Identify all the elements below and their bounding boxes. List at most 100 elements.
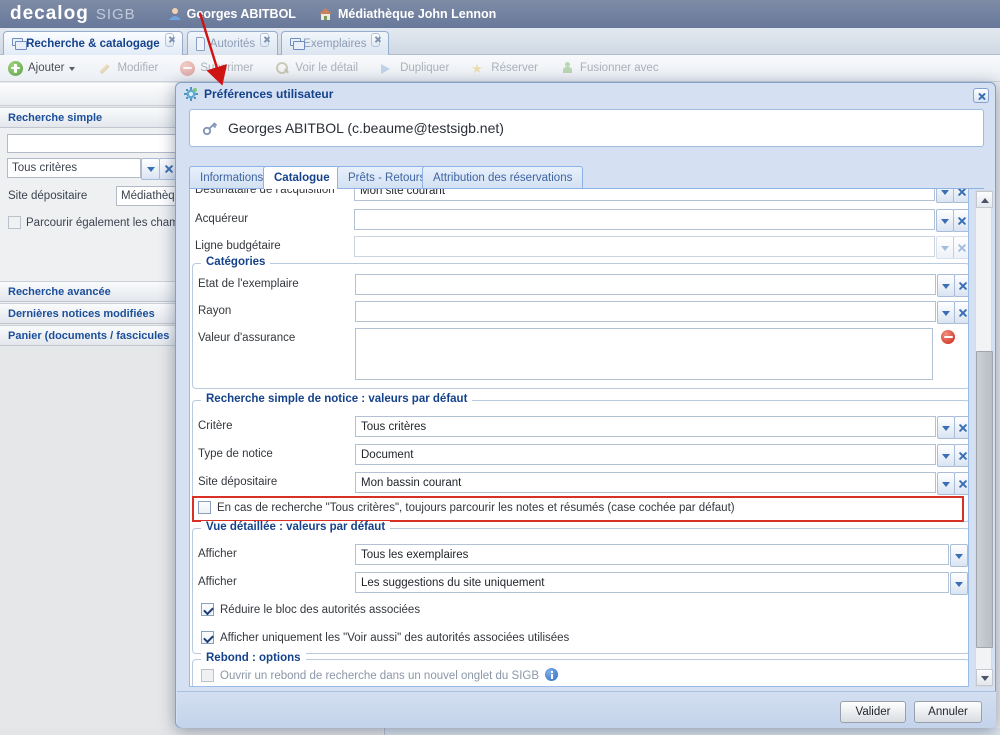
criteria-dropdown-icon[interactable] — [141, 158, 160, 180]
magnifier-icon — [275, 61, 290, 76]
field-value: Tous critères — [361, 421, 426, 433]
edit-button[interactable]: Modifier — [97, 61, 158, 76]
destinataire-clear-icon[interactable] — [953, 189, 969, 203]
etat-clear-icon[interactable] — [954, 274, 969, 297]
field-label: Critère — [198, 420, 233, 432]
field-label: Rayon — [198, 305, 231, 317]
tous-criteres-notes-checkbox[interactable] — [198, 501, 211, 514]
tab-close-icon[interactable] — [165, 33, 174, 47]
valeur-assurance-textarea[interactable] — [355, 328, 933, 380]
form-row-rayon: Rayon — [193, 301, 965, 323]
voir-aussi-checkbox[interactable] — [201, 631, 214, 644]
tab-exemplaires[interactable]: Exemplaires — [281, 31, 389, 55]
rayon-dropdown-icon[interactable] — [937, 301, 955, 324]
fieldset-categories: Catégories Etat de l'exemplaire Rayon Va… — [192, 263, 969, 389]
form-row-afficher-1: Afficher Tous les exemplaires — [193, 544, 965, 566]
fieldset-vue-detaillee: Vue détaillée : valeurs par défaut Affic… — [192, 528, 969, 654]
accordion-recherche-avancee[interactable]: Recherche avancée — [0, 281, 184, 302]
afficher-suggestions-dropdown-icon[interactable] — [950, 572, 968, 595]
acquereur-dropdown-icon[interactable] — [936, 209, 954, 232]
dialog-user-banner: Georges ABITBOL (c.beaume@testsigb.net) — [189, 109, 984, 147]
dialog-tab-informations[interactable]: Informations — [189, 166, 274, 189]
duplicate-button[interactable]: Dupliquer — [380, 61, 449, 76]
page-background — [0, 728, 383, 735]
gear-icon — [184, 87, 198, 101]
add-label: Ajouter — [28, 62, 64, 74]
tab-autorites[interactable]: Autorités — [187, 31, 278, 55]
criteria-combo[interactable]: Tous critères — [7, 158, 141, 178]
tab-close-icon[interactable] — [260, 33, 269, 47]
afficher-suggestions-select[interactable]: Les suggestions du site uniquement — [355, 572, 949, 593]
field-value: Tous les exemplaires — [361, 549, 468, 561]
accordion-label: Panier (documents / fascicules — [8, 330, 169, 342]
scrollbar-thumb[interactable] — [976, 351, 993, 648]
field-label: Ligne budgétaire — [195, 240, 281, 252]
field-label: Etat de l'exemplaire — [198, 278, 299, 290]
afficher-exemplaires-dropdown-icon[interactable] — [950, 544, 968, 567]
field-label: Type de notice — [198, 448, 273, 460]
acquereur-clear-icon[interactable] — [953, 209, 969, 232]
accordion-panier[interactable]: Panier (documents / fascicules — [0, 325, 184, 346]
destinataire-combo[interactable]: Mon site courant — [354, 189, 935, 201]
scroll-up-icon[interactable] — [976, 191, 993, 208]
duplicate-icon — [380, 61, 395, 76]
acquereur-combo[interactable] — [354, 209, 935, 230]
destinataire-dropdown-icon[interactable] — [936, 189, 954, 203]
dialog-footer: Valider Annuler — [177, 691, 996, 728]
add-button[interactable]: Ajouter — [8, 61, 75, 76]
rayon-clear-icon[interactable] — [954, 301, 969, 324]
rayon-combo[interactable] — [355, 301, 936, 322]
type-notice-clear-icon[interactable] — [954, 444, 969, 467]
dialog-scrollbar[interactable] — [975, 190, 992, 687]
tab-label: Recherche & catalogage — [26, 38, 160, 50]
afficher-exemplaires-select[interactable]: Tous les exemplaires — [355, 544, 949, 565]
type-notice-combo[interactable]: Document — [355, 444, 936, 465]
reduire-bloc-checkbox[interactable] — [201, 603, 214, 616]
remove-icon[interactable] — [941, 330, 955, 344]
critere-clear-icon[interactable] — [954, 416, 969, 439]
validate-button[interactable]: Valider — [840, 701, 906, 723]
form-row-assurance: Valeur d'assurance — [193, 328, 965, 382]
field-label: Valeur d'assurance — [198, 332, 295, 344]
field-label: Acquéreur — [195, 213, 248, 225]
delete-button[interactable]: Supprimer — [180, 61, 253, 76]
critere-combo[interactable]: Tous critères — [355, 416, 936, 437]
site-depositaire-default-combo[interactable]: Mon bassin courant — [355, 472, 936, 493]
delete-icon — [180, 61, 195, 76]
dialog-tab-attribution[interactable]: Attribution des réservations — [422, 166, 583, 189]
view-detail-button[interactable]: Voir le détail — [275, 61, 358, 76]
critere-dropdown-icon[interactable] — [937, 416, 955, 439]
info-icon[interactable] — [545, 668, 558, 681]
current-site[interactable]: Médiathèque John Lennon — [318, 7, 496, 21]
type-notice-dropdown-icon[interactable] — [937, 444, 955, 467]
etat-exemplaire-combo[interactable] — [355, 274, 936, 295]
fieldset-legend: Rebond : options — [201, 652, 306, 664]
dialog-close-icon[interactable] — [973, 88, 989, 103]
form-row-acquereur: Acquéreur — [190, 209, 968, 231]
accordion-dernieres-notices[interactable]: Dernières notices modifiées — [0, 303, 184, 324]
reserve-button[interactable]: ★ Réserver — [471, 61, 538, 76]
search-input[interactable] — [7, 134, 177, 153]
tab-label: Autorités — [210, 38, 255, 50]
dialog-content: Destinataire de l'acquisition Mon site c… — [189, 189, 969, 687]
field-label: Afficher — [198, 548, 237, 560]
duplicate-label: Dupliquer — [400, 62, 449, 74]
tab-recherche-catalogage[interactable]: Recherche & catalogage — [3, 31, 183, 55]
key-icon — [202, 120, 218, 136]
browse-fields-checkbox[interactable] — [8, 216, 21, 229]
cancel-button[interactable]: Annuler — [914, 701, 982, 723]
dialog-tab-label: Prêts - Retours — [348, 172, 425, 184]
edit-label: Modifier — [117, 62, 158, 74]
dialog-title: Préférences utilisateur — [184, 87, 333, 101]
dialog-tab-catalogue[interactable]: Catalogue — [263, 166, 341, 190]
scroll-down-icon[interactable] — [976, 669, 993, 686]
highlight-annotation: En cas de recherche "Tous critères", tou… — [192, 496, 964, 522]
merge-button[interactable]: Fusionner avec — [560, 61, 659, 76]
accordion-recherche-simple[interactable]: Recherche simple — [0, 107, 184, 128]
tab-close-icon[interactable] — [371, 33, 380, 47]
site-depositaire-dropdown-icon[interactable] — [937, 472, 955, 495]
site-depositaire-clear-icon[interactable] — [954, 472, 969, 495]
current-user[interactable]: Georges ABITBOL — [168, 7, 296, 21]
etat-dropdown-icon[interactable] — [937, 274, 955, 297]
fieldset-legend: Vue détaillée : valeurs par défaut — [201, 521, 390, 533]
